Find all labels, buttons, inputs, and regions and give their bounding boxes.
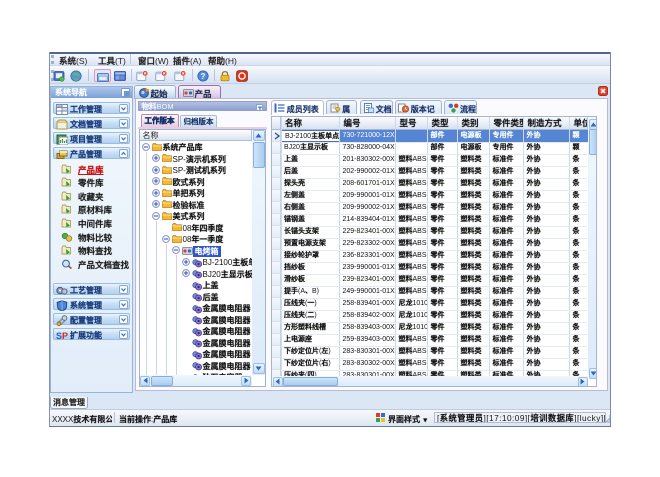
svg-text:P: P — [62, 331, 68, 341]
svg-text:?: ? — [201, 71, 206, 80]
